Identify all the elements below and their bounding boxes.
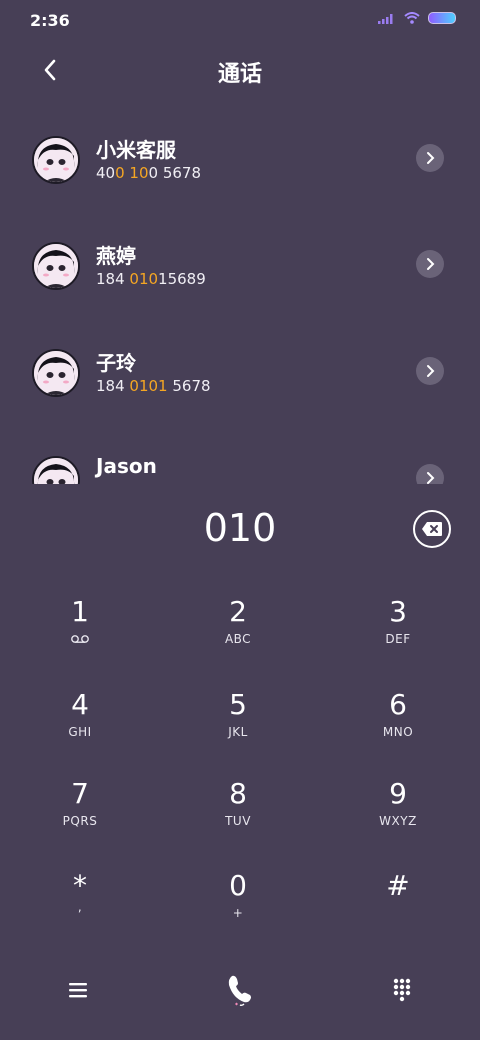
key-letters: ABC [224,632,252,646]
avatar [32,242,80,290]
bottom-bar [0,960,480,1020]
contact-number: 184 0101 5678 [96,377,211,395]
contact-number: 184 01015689 [96,270,206,288]
status-time: 2:36 [30,11,70,30]
contact-name: 小米客服 [96,138,176,162]
avatar [32,349,80,397]
key-letters: JKL [228,725,248,739]
key-7[interactable]: 7 PQRS [0,766,160,846]
call-button[interactable] [220,970,260,1010]
key-star[interactable]: * , [0,858,160,938]
key-digit: 3 [389,595,407,628]
key-letters: PQRS [62,814,98,828]
contact-name: 子玲 [96,351,136,375]
header: 通话 [0,48,480,92]
dialpad-icon [393,978,411,1002]
voicemail-icon [71,635,89,643]
contact-name: 燕婷 [96,244,136,268]
contact-detail-button[interactable] [416,144,444,172]
signal-icon [378,14,393,24]
chevron-right-icon [427,152,435,164]
key-1[interactable]: 1 [0,584,160,664]
contact-list: 小米客服 400 100 5678 燕婷 184 01015689 子玲 184… [0,104,480,484]
contact-detail-button[interactable] [416,464,444,484]
contact-item-xiaomi-service[interactable]: 小米客服 400 100 5678 [0,104,480,184]
contact-name: Jason [96,454,157,478]
chevron-right-icon [427,472,435,484]
avatar [32,136,80,184]
key-letters: WXYZ [379,814,417,828]
key-digit: 2 [229,595,247,628]
dial-input[interactable]: 010 [0,506,480,550]
avatar [32,456,80,484]
key-4[interactable]: 4 GHI [0,677,160,757]
backspace-icon [422,522,442,536]
contact-item-jason[interactable]: Jason [0,424,480,484]
contact-item-yanting[interactable]: 燕婷 184 01015689 [0,210,480,290]
key-6[interactable]: 6 MNO [318,677,478,757]
key-letters: + [232,906,244,920]
key-5[interactable]: 5 JKL [158,677,318,757]
key-digit: 5 [229,688,247,721]
key-digit: # [386,869,410,902]
key-letters: DEF [385,632,411,646]
dial-input-row: 010 [0,500,480,560]
key-digit: 9 [389,777,407,810]
chevron-right-icon [427,258,435,270]
status-bar: 2:36 [0,0,480,40]
key-3[interactable]: 3 DEF [318,584,478,664]
key-digit: 0 [229,869,247,902]
delete-button[interactable] [413,510,451,548]
contact-item-ziling[interactable]: 子玲 184 0101 5678 [0,317,480,397]
key-letters: GHI [68,725,92,739]
key-digit: 1 [71,595,89,628]
key-8[interactable]: 8 TUV [158,766,318,846]
key-digit: 7 [71,777,89,810]
key-0[interactable]: 0 + [158,858,318,938]
key-digit: * [73,869,87,902]
key-digit: 6 [389,688,407,721]
key-letters: , [77,900,83,914]
menu-button[interactable] [58,970,98,1010]
contact-number: 400 100 5678 [96,164,202,182]
status-icons [378,12,456,24]
wifi-icon [404,12,420,24]
dialpad-button[interactable] [382,970,422,1010]
page-title: 通话 [217,62,262,87]
key-9[interactable]: 9 WXYZ [318,766,478,846]
key-letters: MNO [382,725,414,739]
contact-detail-button[interactable] [416,357,444,385]
call-icon [228,975,251,1007]
key-2[interactable]: 2 ABC [158,584,318,664]
key-pound[interactable]: # [318,858,478,938]
chevron-right-icon [427,365,435,377]
key-digit: 8 [229,777,247,810]
contact-detail-button[interactable] [416,250,444,278]
battery-icon [428,12,456,24]
menu-icon [69,983,87,998]
key-digit: 4 [71,688,89,721]
key-letters: TUV [225,814,251,828]
